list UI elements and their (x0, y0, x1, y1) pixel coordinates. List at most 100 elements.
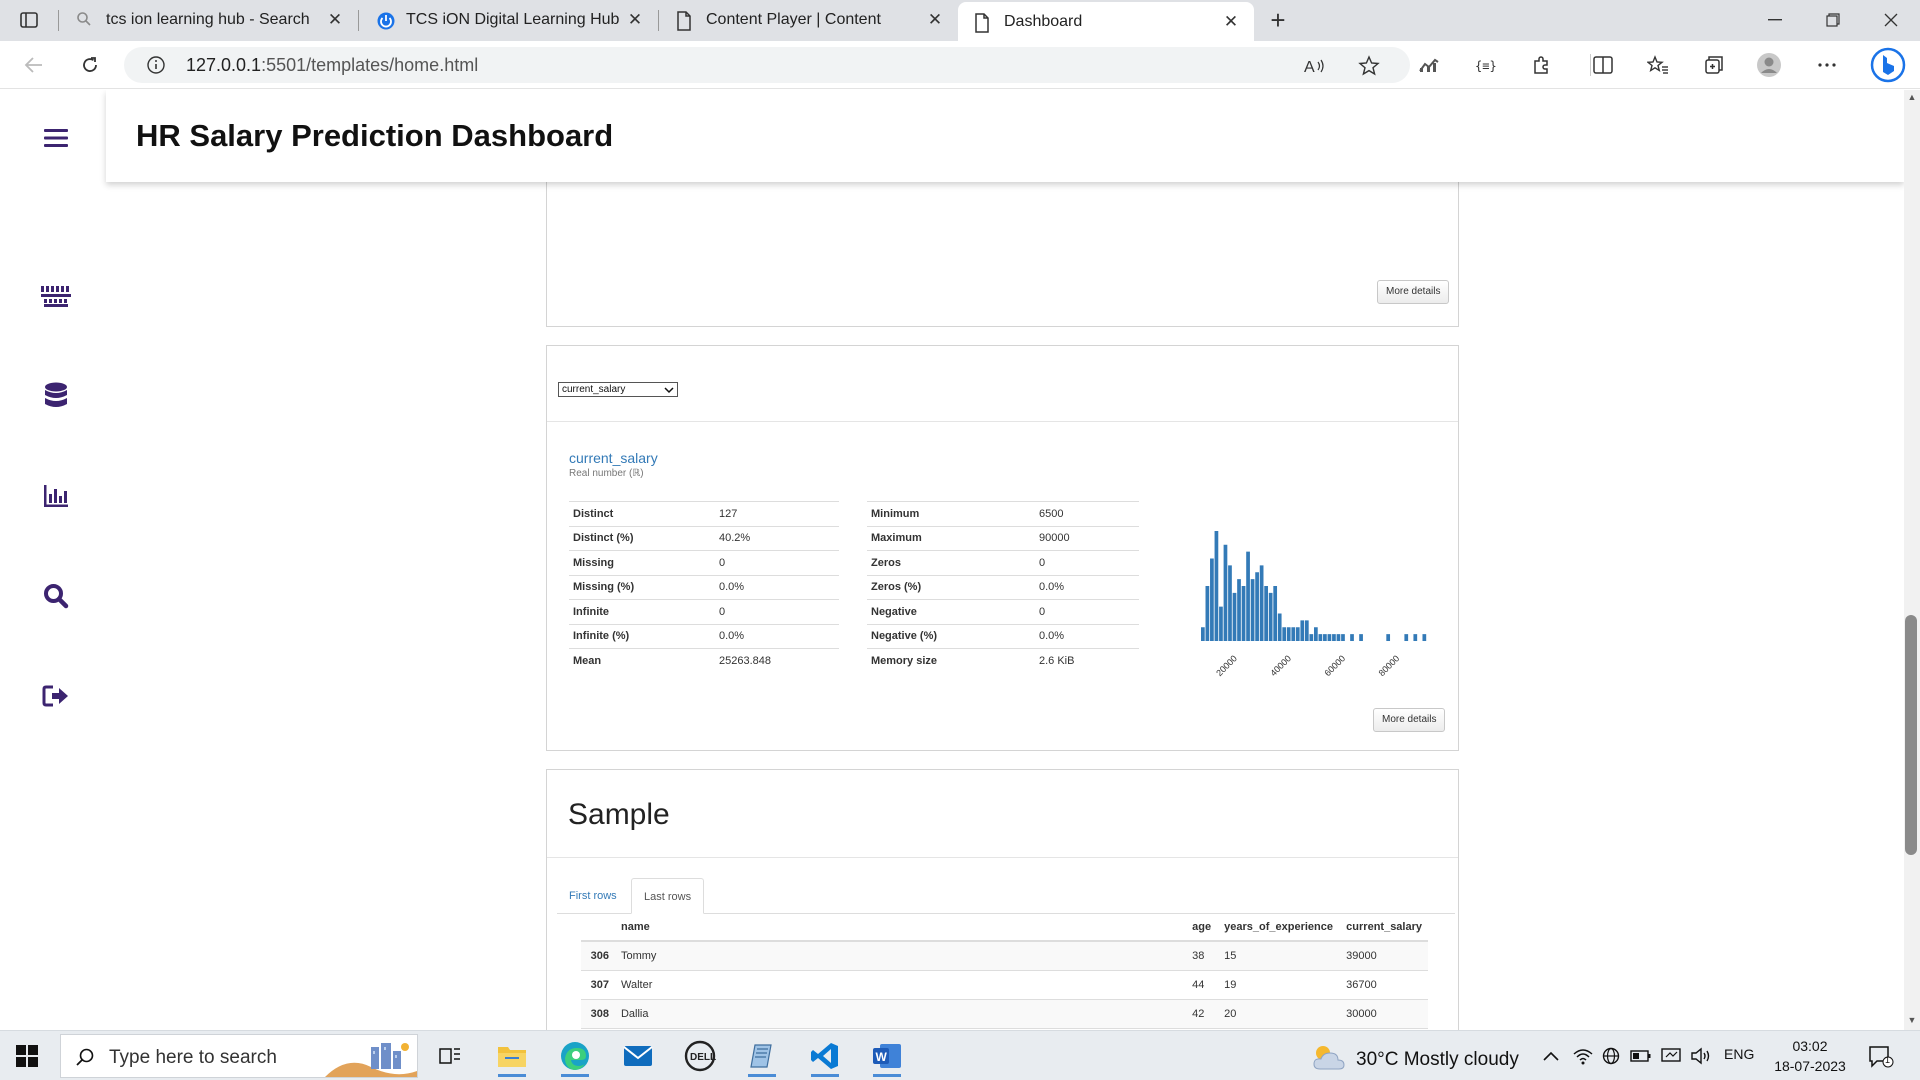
tab-search[interactable]: tcs ion learning hub - Search ✕ (60, 0, 358, 41)
extensions-puzzle-icon[interactable] (1528, 53, 1554, 77)
table-cell: 19 (1218, 969, 1341, 999)
clock-date: 18-07-2023 (1774, 1058, 1846, 1074)
volume-icon[interactable] (1690, 1046, 1712, 1066)
info-icon[interactable] (146, 55, 166, 75)
sign-out-icon[interactable] (40, 680, 72, 712)
notifications-icon[interactable]: 1 (1868, 1045, 1894, 1069)
histogram-bar (1404, 634, 1409, 642)
tab-first-rows[interactable]: First rows (557, 878, 629, 914)
bar-chart-icon[interactable] (40, 480, 72, 512)
vscode-icon[interactable] (805, 1039, 845, 1077)
tab-title: TCS iON Digital Learning Hub (406, 11, 620, 28)
tab-tcs-ion[interactable]: TCS iON Digital Learning Hub ✕ (360, 0, 658, 41)
dell-icon[interactable]: DELL (680, 1039, 720, 1073)
page-title: HR Salary Prediction Dashboard (136, 118, 614, 153)
svg-text:{≡}: {≡} (1475, 59, 1496, 73)
search-icon[interactable] (40, 580, 72, 612)
histogram-bar (1241, 586, 1246, 641)
table-cell: 306 (581, 940, 615, 970)
histogram-bar (1277, 613, 1282, 641)
url-field[interactable]: 127.0.0.1:5501/templates/home.html A (124, 47, 1410, 83)
refresh-icon[interactable] (78, 53, 102, 77)
taskbar-search-input[interactable]: Type here to search (60, 1034, 418, 1078)
mail-icon[interactable] (618, 1039, 658, 1073)
close-window-button[interactable] (1876, 8, 1906, 32)
page-scrollbar-thumb[interactable] (1905, 615, 1917, 855)
task-view-icon[interactable] (430, 1039, 470, 1073)
display-icon[interactable] (1660, 1046, 1682, 1066)
histogram-bar (1259, 565, 1264, 642)
taskbar-clock[interactable]: 03:02 18-07-2023 (1770, 1036, 1850, 1076)
edge-browser-icon[interactable] (555, 1039, 595, 1077)
new-tab-button[interactable]: + (1264, 7, 1292, 35)
histogram-bar (1223, 544, 1228, 641)
table-cell: 308 (581, 998, 615, 1028)
tab-actions-icon[interactable] (18, 9, 40, 31)
windows-start-icon[interactable] (16, 1045, 38, 1067)
histogram-bar (1219, 606, 1223, 642)
stat-row: Infinite (%) 0.0% (569, 623, 839, 649)
page-viewport: HR Salary Prediction Dashboard More deta… (0, 90, 1904, 1030)
chevron-up-icon[interactable] (1540, 1046, 1562, 1066)
network-globe-icon[interactable] (1600, 1046, 1622, 1066)
svg-text:DELL: DELL (690, 1052, 716, 1063)
more-details-button[interactable]: More details (1373, 708, 1446, 732)
performance-icon[interactable] (1416, 53, 1442, 77)
histogram-bar (1422, 634, 1427, 642)
scroll-up-arrow-icon[interactable]: ▲ (1904, 92, 1920, 106)
tab-dashboard[interactable]: Dashboard ✕ (958, 2, 1254, 41)
tab-title: tcs ion learning hub - Search (106, 11, 310, 28)
back-arrow-icon[interactable] (22, 53, 46, 77)
stat-label: Zeros (%) (867, 574, 1035, 600)
more-options-icon[interactable] (1814, 53, 1840, 77)
favorite-star-icon[interactable] (1358, 55, 1380, 77)
stat-row: Distinct 127 (569, 501, 839, 526)
scroll-down-arrow-icon[interactable]: ▼ (1904, 1015, 1920, 1029)
sample-table: name age years_of_experience current_sal… (581, 913, 1428, 1030)
variable-name-link[interactable]: current_salary (569, 450, 658, 466)
language-indicator[interactable]: ENG (1724, 1046, 1754, 1062)
histogram-bar (1205, 586, 1210, 641)
stat-row: Minimum 6500 (867, 501, 1139, 526)
split-screen-icon[interactable] (1590, 53, 1616, 77)
weather-text: 30°C Mostly cloudy (1356, 1049, 1519, 1070)
histogram-bar (1341, 634, 1345, 642)
notepad-icon[interactable] (742, 1039, 782, 1077)
sidebar (0, 90, 106, 1030)
svg-text:W: W (876, 1050, 888, 1064)
favorites-icon[interactable] (1645, 53, 1671, 77)
battery-icon[interactable] (1630, 1046, 1652, 1066)
close-icon[interactable]: ✕ (326, 11, 344, 29)
page-scrollbar-track[interactable] (1904, 90, 1920, 1030)
close-icon[interactable]: ✕ (626, 11, 644, 29)
browser-tab-strip: tcs ion learning hub - Search ✕ TCS iON … (0, 0, 1920, 41)
file-explorer-icon[interactable] (492, 1039, 532, 1077)
menu-icon[interactable] (40, 122, 72, 154)
search-icon (76, 11, 96, 31)
read-aloud-icon[interactable]: A (1304, 55, 1326, 77)
stat-row: Zeros 0 (867, 550, 1139, 575)
tab-content-player[interactable]: Content Player | Content ✕ (660, 0, 958, 41)
more-details-button[interactable]: More details (1377, 280, 1450, 304)
table-cell: 39000 (1340, 940, 1428, 970)
variable-select[interactable]: current_salary (558, 382, 678, 397)
bing-chat-icon[interactable] (1868, 47, 1908, 83)
column-header: current_salary (1340, 913, 1428, 942)
braces-extension-icon[interactable]: {≡} (1472, 53, 1498, 77)
restore-button[interactable] (1818, 8, 1848, 32)
keyboard-icon[interactable] (40, 280, 72, 312)
close-icon[interactable]: ✕ (926, 11, 944, 29)
minimize-button[interactable] (1760, 8, 1790, 32)
stat-row: Mean 25263.848 (569, 648, 839, 673)
database-icon[interactable] (40, 380, 72, 412)
wifi-icon[interactable] (1572, 1046, 1594, 1066)
word-icon[interactable]: W (867, 1039, 907, 1077)
tab-last-rows[interactable]: Last rows (631, 878, 705, 914)
histogram-bar (1214, 531, 1219, 641)
collections-icon[interactable] (1701, 53, 1727, 77)
close-icon[interactable]: ✕ (1222, 13, 1240, 31)
profile-avatar-icon[interactable] (1756, 53, 1782, 77)
histogram-bar (1332, 634, 1336, 642)
weather-widget[interactable]: 30°C Mostly cloudy (1312, 1043, 1519, 1077)
x-tick-label: 20000 (1214, 653, 1239, 678)
